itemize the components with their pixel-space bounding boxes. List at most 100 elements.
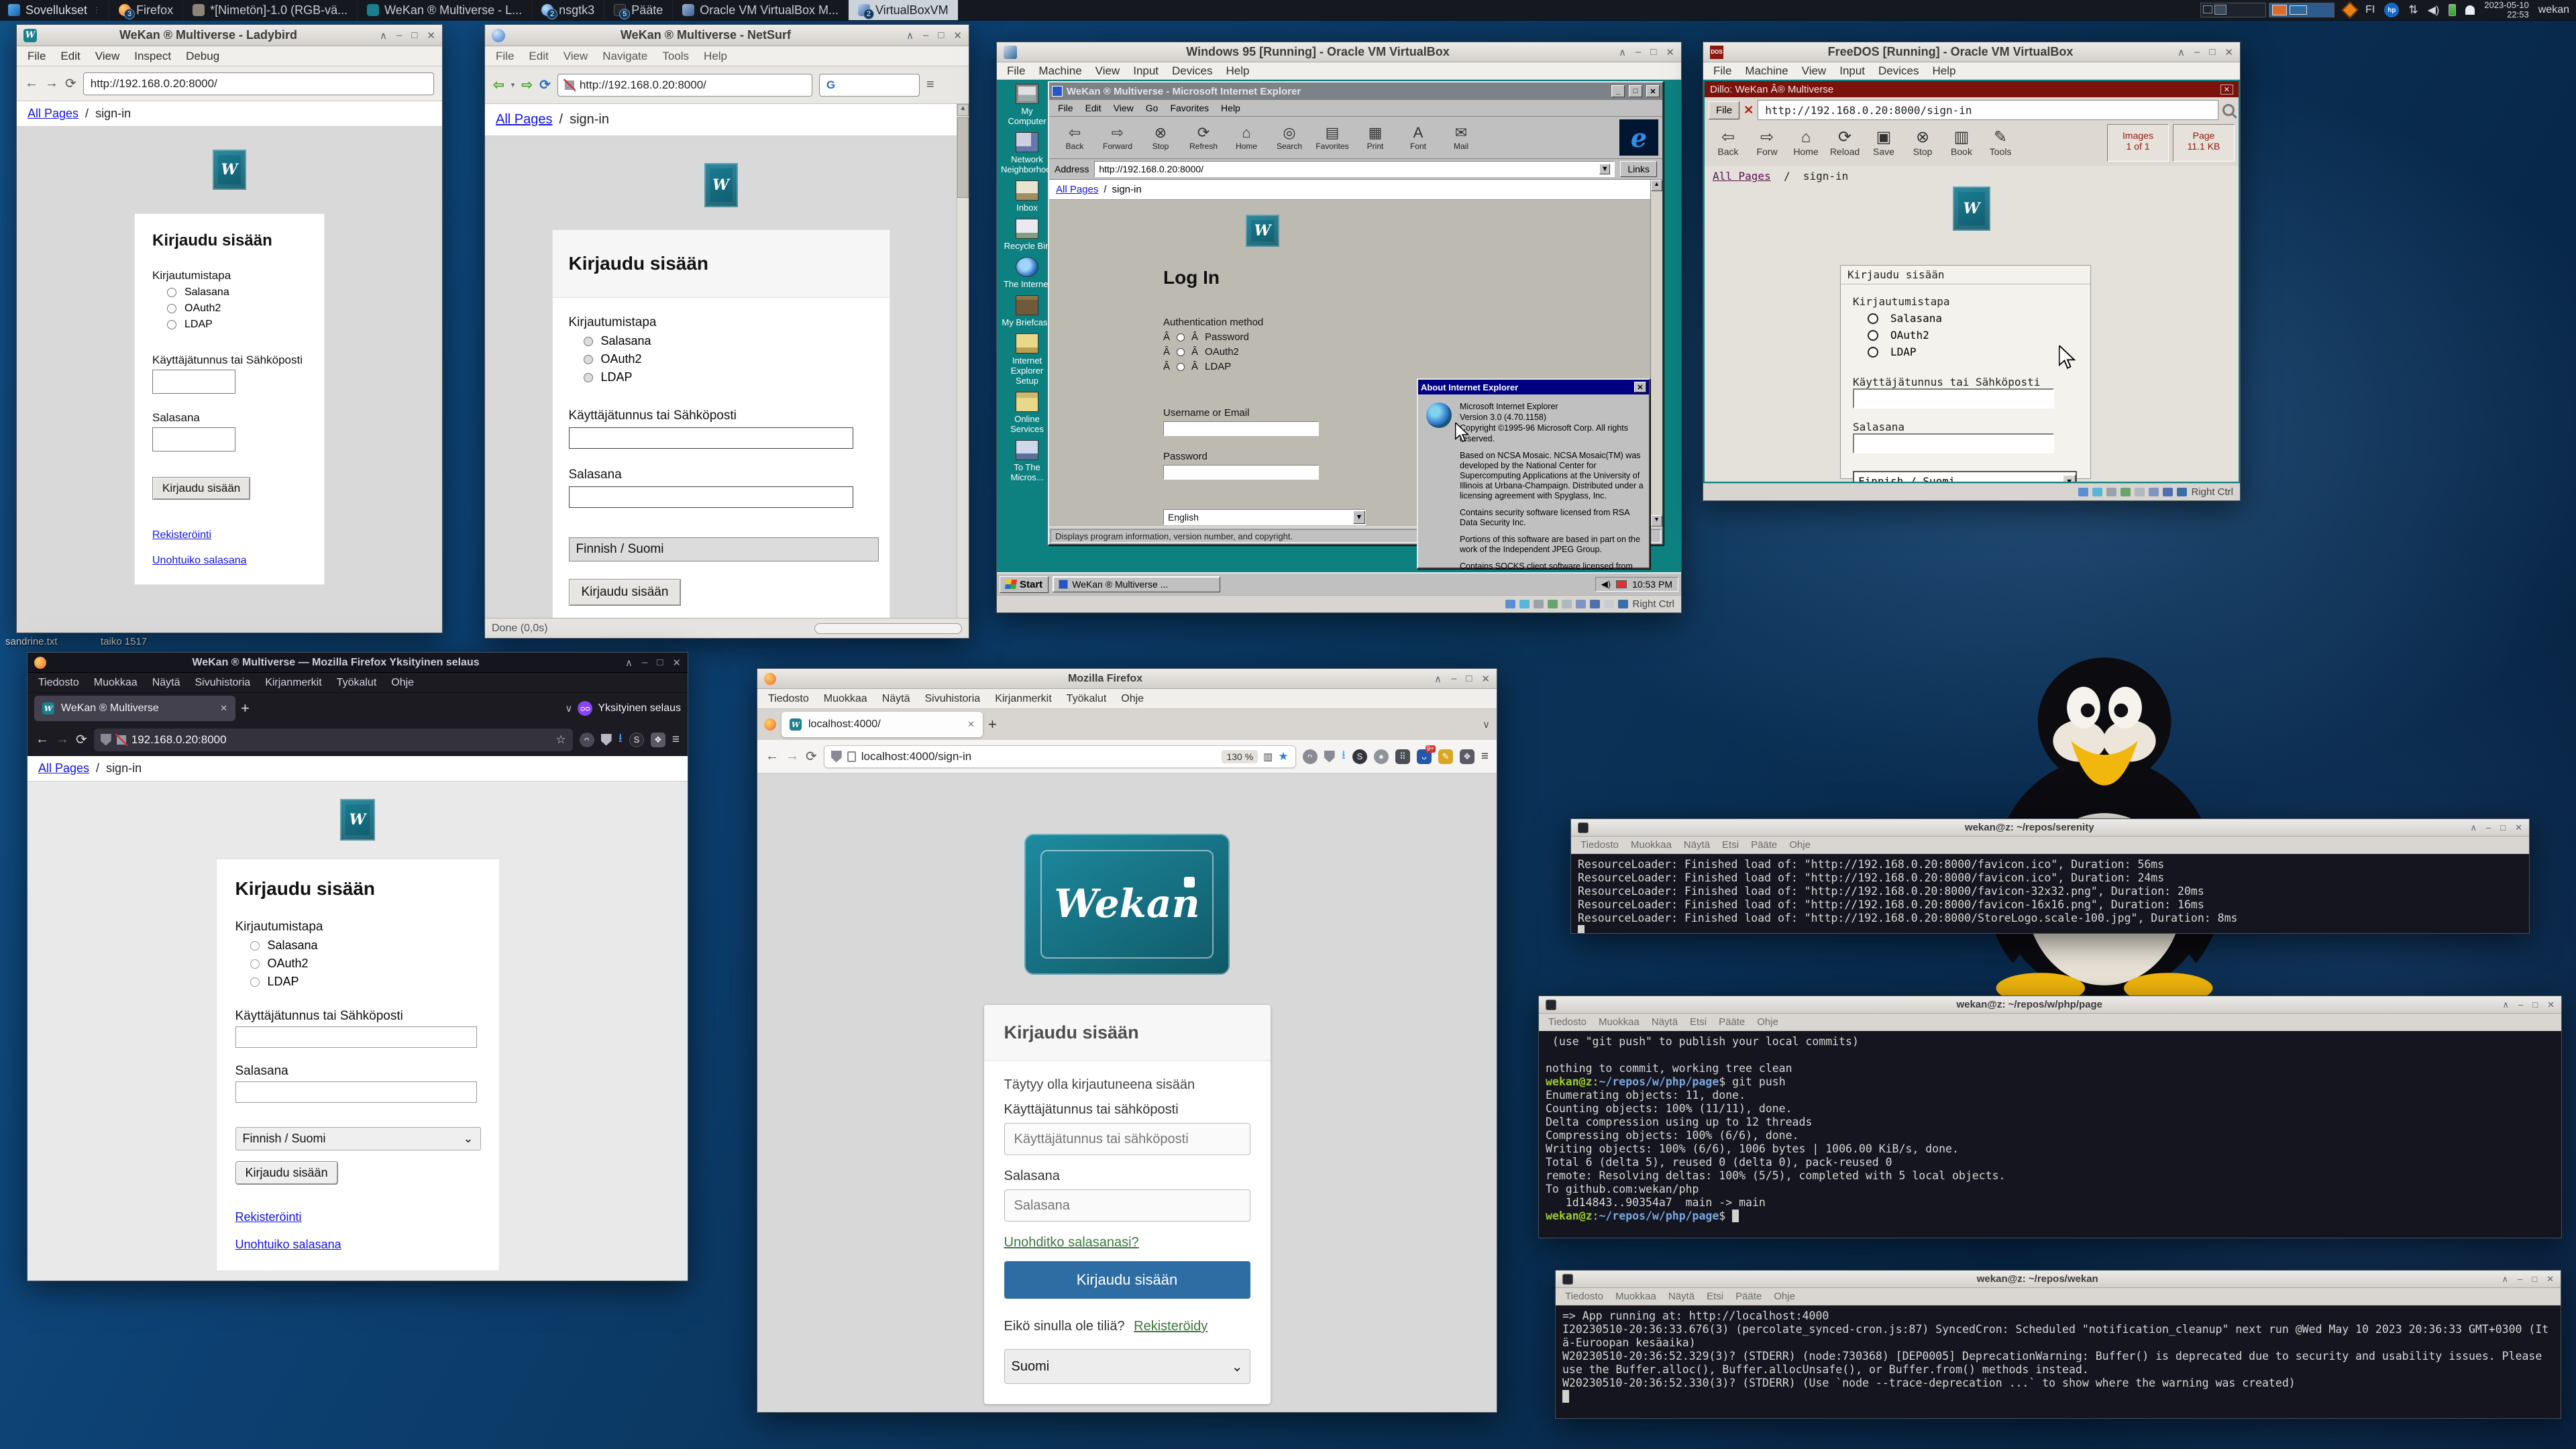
desktop-icon[interactable]: Online Services <box>1001 392 1053 434</box>
menu-item[interactable]: File <box>1001 63 1031 79</box>
extension-grid-icon[interactable]: ⠿ <box>1395 749 1410 764</box>
volume-icon[interactable]: ◀) <box>2428 3 2440 17</box>
menu-item[interactable]: Edit <box>1079 101 1108 115</box>
menu-item[interactable]: Go <box>1140 101 1165 115</box>
menu-item[interactable]: Sivuhistoria <box>918 691 987 707</box>
toolbar-button[interactable]: ⇦ Back <box>1709 129 1748 157</box>
terminal-output[interactable]: (use "git push" to publish your local co… <box>1539 1031 2561 1238</box>
radio-button[interactable] <box>584 355 593 364</box>
links-button[interactable]: Links <box>1620 161 1657 177</box>
menu-item[interactable]: Muokkaa <box>1625 838 1677 852</box>
terminal-titlebar[interactable]: wekan@z: ~/repos/serenity ∧–□✕ <box>1571 819 2529 837</box>
signin-button[interactable]: Kirjaudu sisään <box>1004 1261 1250 1299</box>
username-input[interactable] <box>1163 421 1319 436</box>
menu-item[interactable]: Tiedosto <box>1575 838 1624 852</box>
url-bar[interactable]: 192.168.0.20:8000 ☆ <box>94 729 573 751</box>
password-input[interactable] <box>1853 433 2054 453</box>
ie-titlebar[interactable]: WeKan ® Multiverse - Microsoft Internet … <box>1049 83 1662 100</box>
close-button[interactable]: ✕ <box>672 657 681 669</box>
task-button[interactable]: Oracle VM VirtualBox M... <box>672 0 848 20</box>
menu-item[interactable]: Pääte <box>1746 838 1782 852</box>
close-button[interactable]: ✕ <box>953 30 962 42</box>
language-select[interactable]: Finnish / Suomi <box>569 537 879 561</box>
toolbar-button[interactable]: ▥ Book <box>1942 129 1981 157</box>
breadcrumb-all-pages-link[interactable]: All Pages <box>38 761 89 775</box>
desktop-icon[interactable]: To The Micros... <box>1001 440 1053 482</box>
back-button[interactable]: ← <box>765 749 779 764</box>
terminal-titlebar[interactable]: wekan@z: ~/repos/wekan ∧–□✕ <box>1556 1271 2561 1288</box>
menu-item[interactable]: Muokkaa <box>817 691 874 707</box>
shade-button[interactable]: ∧ <box>2502 1000 2509 1010</box>
forgot-password-link[interactable]: Unohditko salasanasi? <box>1004 1235 1139 1250</box>
desktop-file-label[interactable]: sandrine.txt <box>5 636 58 647</box>
toolbar-button[interactable]: ▤ Favorites <box>1311 124 1354 151</box>
menu-item[interactable]: Devices <box>1166 63 1218 79</box>
task-button[interactable]: WeKan ® Multiverse - L... <box>357 0 531 20</box>
downloads-icon[interactable]: ⭳ <box>1342 747 1346 767</box>
radio-button[interactable] <box>250 959 260 969</box>
firefox-titlebar[interactable]: Mozilla Firefox ∧–□✕ <box>757 669 1497 689</box>
browser-tab[interactable]: W WeKan ® Multiverse ✕ <box>34 696 235 721</box>
extension-s-icon[interactable]: S <box>629 733 644 747</box>
tracking-shield-icon[interactable] <box>101 734 111 746</box>
menu-item[interactable]: Input <box>1127 63 1165 79</box>
register-link[interactable]: Rekisteröinti <box>235 1210 302 1224</box>
username-input[interactable] <box>1853 388 2054 409</box>
menu-item[interactable]: Edit <box>54 48 87 65</box>
task-button[interactable]: Firefox 3 <box>109 0 182 20</box>
tray-app-icon[interactable] <box>2341 1 2358 18</box>
new-tab-button[interactable]: + <box>988 716 997 733</box>
search-box[interactable]: G <box>819 74 920 97</box>
close-button[interactable]: ✕ <box>1634 382 1646 392</box>
maximize-button[interactable]: □ <box>2500 822 2506 833</box>
password-input[interactable] <box>1004 1189 1250 1222</box>
breadcrumb-all-pages-link[interactable]: All Pages <box>1056 184 1098 195</box>
task-button[interactable]: Pääte 5 <box>604 0 672 20</box>
language-select[interactable]: English ▼ <box>1163 509 1366 525</box>
minimize-button[interactable]: – <box>2194 46 2200 58</box>
signin-button[interactable]: Kirjaudu sisään <box>235 1161 338 1185</box>
maximize-button[interactable]: □ <box>657 657 663 669</box>
toolbar-button[interactable]: ◎ Search <box>1268 124 1311 151</box>
shade-button[interactable]: ∧ <box>625 657 633 669</box>
close-button[interactable]: ✕ <box>2220 85 2233 95</box>
menu-item[interactable]: Työkalut <box>330 675 384 691</box>
menu-item[interactable]: Navigate <box>596 48 654 65</box>
netsurf-titlebar[interactable]: WeKan ® Multiverse - NetSurf ∧–□✕ <box>485 25 969 46</box>
menu-item[interactable]: Näytä <box>146 675 187 691</box>
desktop-icon[interactable]: Internet Explorer Setup <box>1001 333 1053 386</box>
tracking-shield-icon[interactable] <box>831 751 842 763</box>
menu-item[interactable]: File <box>1707 63 1737 79</box>
battery-icon[interactable] <box>2449 4 2456 16</box>
address-bar[interactable]: http://192.168.0.20:8000/ ▼ <box>1094 161 1615 177</box>
signin-button[interactable]: Kirjaudu sisään <box>152 477 250 500</box>
back-history-dropdown[interactable]: ▾ <box>511 80 515 89</box>
vm-titlebar[interactable]: Windows 95 [Running] - Oracle VM Virtual… <box>997 42 1681 62</box>
maximize-button[interactable]: □ <box>2532 1274 2537 1285</box>
forward-button[interactable]: → <box>786 749 799 764</box>
back-button[interactable]: ⇦ <box>493 76 504 93</box>
maximize-button[interactable]: □ <box>2209 46 2215 58</box>
menu-item[interactable]: Machine <box>1032 63 1087 79</box>
shade-button[interactable]: ∧ <box>2178 46 2185 58</box>
minimize-button[interactable]: – <box>2518 1274 2522 1285</box>
minimize-button[interactable]: – <box>396 30 402 42</box>
reload-button[interactable]: ⟳ <box>806 748 817 765</box>
minimize-button[interactable]: _ <box>1611 85 1625 97</box>
back-button[interactable]: ← <box>25 76 38 91</box>
menu-item[interactable]: Pääte <box>1730 1289 1767 1303</box>
forward-button[interactable]: → <box>45 76 58 91</box>
menu-item[interactable]: Pääte <box>1713 1015 1750 1029</box>
language-select[interactable]: Finnish / Suomi ▼ <box>1853 471 2077 482</box>
stop-x-icon[interactable]: ✕ <box>1743 103 1754 117</box>
menu-item[interactable]: Help <box>1215 101 1246 115</box>
toolbar-button[interactable]: ⌂ Home <box>1786 129 1825 157</box>
menu-item[interactable]: Ohje <box>1768 1289 1801 1303</box>
network-traffic-icon[interactable]: ⇅ <box>2408 3 2418 17</box>
close-button[interactable]: ✕ <box>2224 46 2233 58</box>
vertical-scrollbar[interactable]: ▲ ▼ <box>1650 180 1662 527</box>
shade-button[interactable]: ∧ <box>906 30 914 42</box>
close-button[interactable]: ✕ <box>2546 1274 2554 1285</box>
password-input[interactable] <box>569 486 853 508</box>
vertical-scrollbar[interactable]: ▲ <box>957 104 969 618</box>
